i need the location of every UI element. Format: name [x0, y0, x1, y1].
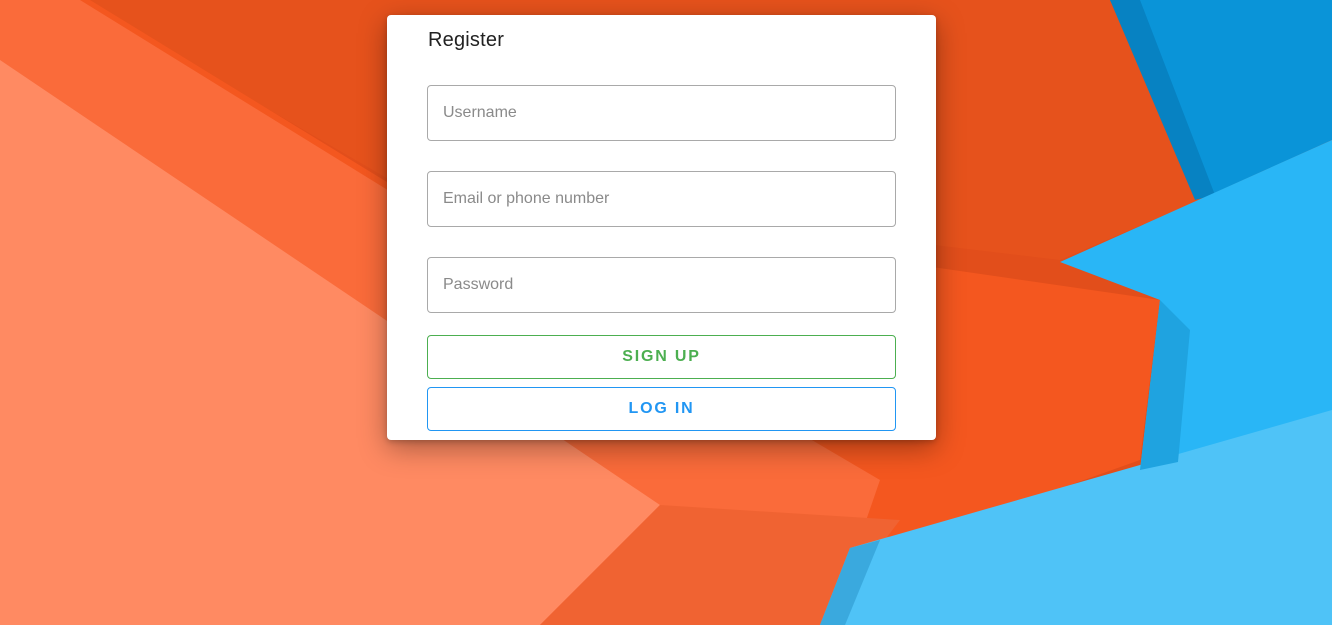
log-in-button[interactable]: LOG IN [427, 387, 896, 431]
password-input[interactable] [427, 257, 896, 313]
register-card: Register SIGN UP LOG IN [387, 15, 936, 440]
email-or-phone-input[interactable] [427, 171, 896, 227]
card-title: Register [428, 29, 505, 51]
username-input[interactable] [427, 85, 896, 141]
page-background: Register SIGN UP LOG IN [0, 0, 1332, 625]
sign-up-button[interactable]: SIGN UP [427, 335, 896, 379]
